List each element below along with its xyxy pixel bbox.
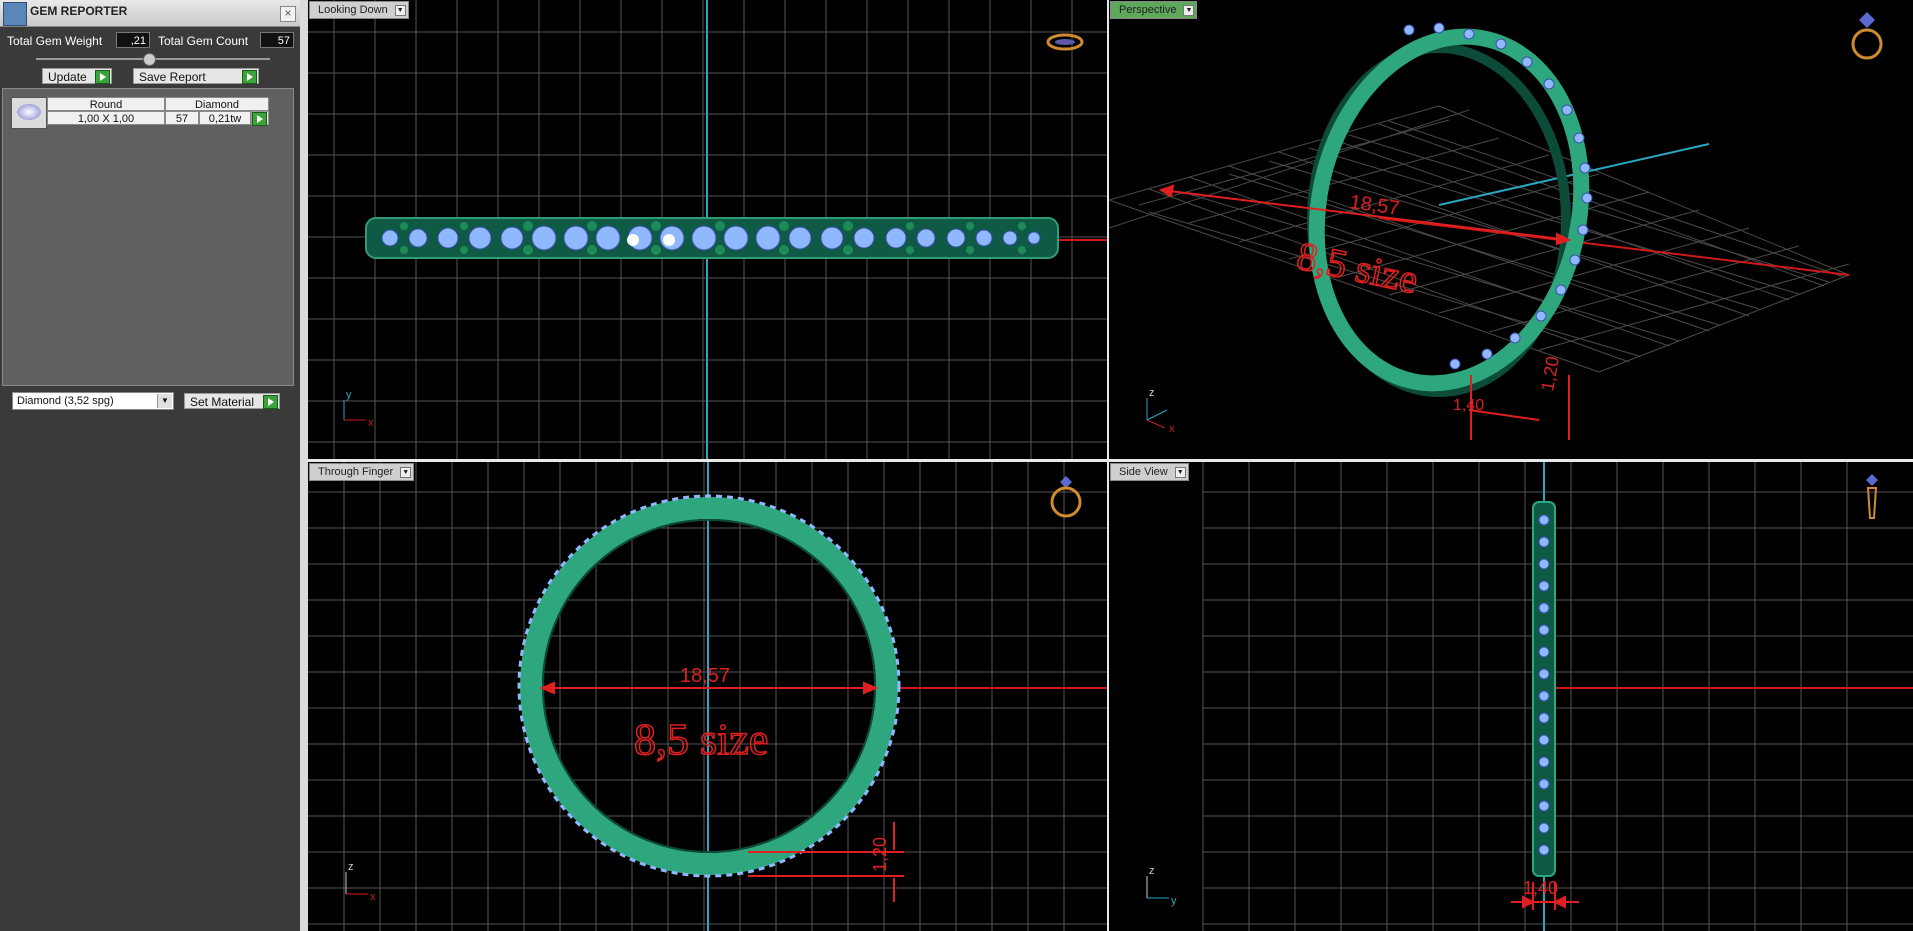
ring-front-view-icon[interactable]: [1046, 474, 1086, 520]
viewport-looking-down[interactable]: y x Looking Down ▼: [308, 0, 1107, 459]
set-material-button[interactable]: Set Material: [184, 393, 280, 409]
gem-row-action-button[interactable]: [251, 111, 269, 126]
gem-count-cell: 57: [165, 111, 199, 125]
material-value: Diamond (3,52 spg): [17, 395, 114, 407]
axis-x-label: x: [368, 417, 374, 429]
gem-list: Round Diamond 1,00 X 1,00 57 0,21tw: [2, 88, 294, 386]
perspective-size-text: 8,5 size: [1293, 233, 1422, 302]
ring-perspective-icon[interactable]: [1847, 10, 1887, 62]
perspective-dimension-text: 18,57: [1348, 191, 1401, 220]
update-button[interactable]: Update: [42, 68, 112, 84]
ring-top-view-icon[interactable]: [1046, 30, 1084, 54]
viewport-tab-side-view[interactable]: Side View ▼: [1110, 463, 1189, 481]
play-icon: [263, 395, 278, 409]
perspective-grid: [1109, 105, 1850, 373]
side-width-dimension: 1,40: [1523, 878, 1558, 898]
ring-side-view-icon[interactable]: [1857, 472, 1887, 522]
play-icon: [242, 70, 257, 84]
viewport-divider-vertical[interactable]: [1107, 0, 1109, 931]
viewport-tab-looking-down[interactable]: Looking Down ▼: [309, 1, 409, 19]
top-view-canvas: y x: [308, 0, 1107, 459]
front-size-text: 8,5 size: [634, 715, 768, 764]
chevron-down-icon[interactable]: ▼: [1174, 467, 1186, 478]
viewport-label: Perspective: [1119, 4, 1177, 16]
close-button[interactable]: ×: [280, 6, 296, 22]
axis-y-label: y: [1171, 895, 1177, 907]
front-small-dimension: 1,20: [870, 837, 890, 872]
play-icon: [95, 70, 110, 84]
chevron-down-icon[interactable]: ▼: [394, 5, 406, 16]
gem-size-cell: 1,00 X 1,00: [47, 111, 165, 125]
viewport-divider-horizontal[interactable]: [308, 459, 1913, 462]
chevron-down-icon[interactable]: ▼: [1183, 5, 1195, 16]
viewport-tab-perspective[interactable]: Perspective ▼: [1110, 1, 1198, 19]
round-diamond-thumbnail[interactable]: [11, 97, 47, 129]
set-material-label: Set Material: [190, 395, 255, 409]
axis-x-label: x: [370, 891, 376, 903]
perspective-width-dimension: 1,40: [1453, 397, 1484, 414]
chevron-down-icon[interactable]: ▼: [400, 467, 412, 478]
perspective-small-dimension: 1,20: [1537, 355, 1563, 393]
diamond-icon: [17, 104, 41, 120]
report-slider-handle[interactable]: [143, 53, 156, 66]
viewport-perspective[interactable]: 18,57 8,5 size 1,20 1,40 z x Perspective…: [1109, 0, 1913, 459]
save-report-button[interactable]: Save Report: [133, 68, 259, 84]
viewport-label: Side View: [1119, 466, 1168, 478]
axis-z-label: z: [1149, 387, 1155, 399]
update-label: Update: [48, 70, 87, 84]
material-select[interactable]: Diamond (3,52 spg) ▼: [12, 392, 174, 410]
save-report-label: Save Report: [139, 70, 206, 84]
gem-reporter-panel: GEM REPORTER × Total Gem Weight ,21 Tota…: [0, 0, 308, 931]
viewport-tab-through-finger[interactable]: Through Finger ▼: [309, 463, 415, 481]
panel-titlebar: GEM REPORTER ×: [0, 0, 300, 27]
gem-shape-header: Round: [47, 97, 165, 111]
play-icon: [252, 112, 267, 126]
gem-type-header: Diamond: [165, 97, 269, 111]
axis-x-label: x: [1169, 423, 1175, 435]
axis-z-label: z: [1149, 865, 1155, 877]
total-gem-count-field[interactable]: 57: [260, 32, 294, 48]
viewport-label: Looking Down: [318, 4, 388, 16]
viewport-side-view[interactable]: 1,40 z y Side View ▼: [1109, 462, 1913, 931]
viewport-through-finger[interactable]: 18,57 8,5 size 1,20 z x Through Finger ▼: [308, 462, 1107, 931]
axis-z-label: z: [348, 861, 354, 873]
front-dimension-text: 18,57: [680, 665, 730, 687]
side-view-canvas: 1,40 z y: [1146, 462, 1913, 931]
chevron-down-icon[interactable]: ▼: [157, 394, 172, 408]
total-gem-weight-label: Total Gem Weight: [7, 34, 103, 48]
app-logo-icon: [3, 2, 27, 26]
axis-y-label: y: [346, 389, 352, 401]
total-gem-count-label: Total Gem Count: [158, 34, 249, 48]
viewport-label: Through Finger: [318, 466, 394, 478]
perspective-canvas: 18,57 8,5 size 1,20 1,40 z x: [1109, 22, 1850, 440]
panel-title: GEM REPORTER: [30, 4, 128, 18]
front-view-canvas: 18,57 8,5 size 1,20 z x: [308, 462, 1107, 931]
gem-weight-cell: 0,21tw: [199, 111, 251, 125]
total-gem-weight-field[interactable]: ,21: [116, 32, 150, 48]
